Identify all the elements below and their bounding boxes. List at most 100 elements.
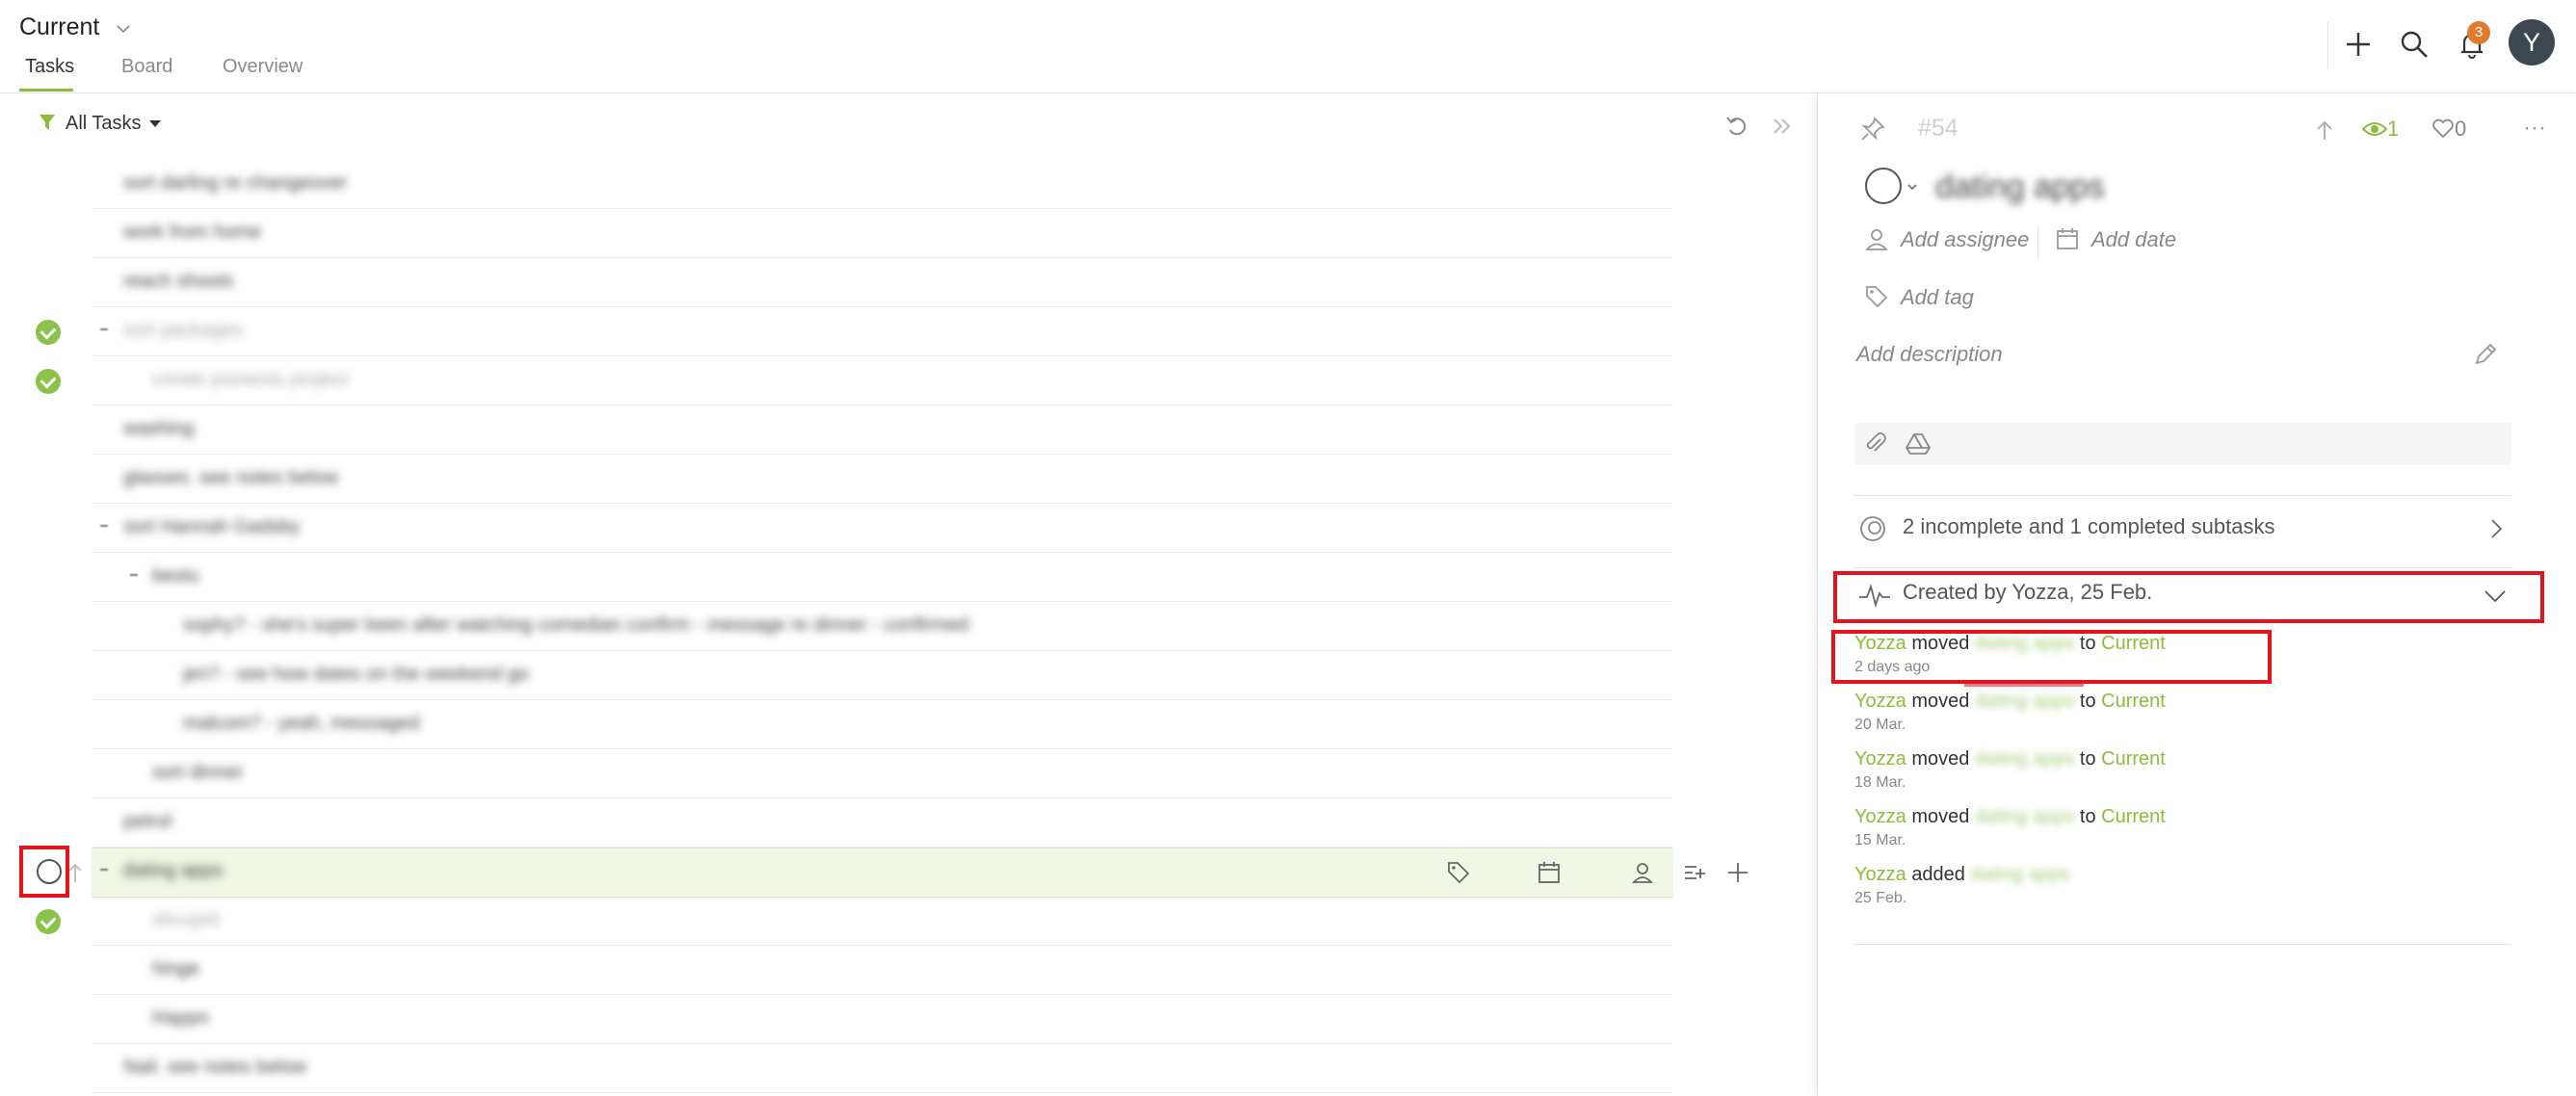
- completed-check-icon[interactable]: [36, 320, 61, 345]
- activity-verb: added: [1911, 864, 1965, 885]
- chevron-down-icon[interactable]: [2483, 587, 2508, 606]
- task-text: okcupid: [152, 909, 219, 930]
- filter-dropdown[interactable]: All Tasks: [39, 113, 161, 135]
- task-text: glasses. see notes below: [123, 467, 339, 488]
- tab-overview[interactable]: Overview: [223, 56, 302, 78]
- activity-task-link[interactable]: dating apps: [1975, 806, 2074, 827]
- activity-verb: moved: [1911, 806, 1970, 827]
- completed-check-icon[interactable]: [36, 369, 61, 394]
- task-row[interactable]: bestu: [0, 553, 1817, 602]
- search-button[interactable]: [2397, 27, 2431, 62]
- pin-icon[interactable]: [1858, 115, 1887, 144]
- undo-button[interactable]: [1723, 113, 1750, 140]
- activity-destination-link[interactable]: Current: [2101, 633, 2166, 654]
- tab-tasks[interactable]: Tasks: [25, 56, 74, 78]
- add-subtask-icon[interactable]: [1681, 859, 1708, 886]
- task-list-panel: All Tasks sort darling re changeover wor…: [0, 93, 1817, 1096]
- watchers[interactable]: 1: [2361, 117, 2399, 142]
- task-row[interactable]: jen? - see how dates on the weekend go: [0, 651, 1817, 700]
- activity-task-link[interactable]: dating apps: [1975, 691, 2074, 712]
- task-row[interactable]: Happn: [0, 995, 1817, 1044]
- activity-task-link[interactable]: dating apps: [1975, 633, 2074, 654]
- activity-user-link[interactable]: Yozza: [1854, 691, 1906, 712]
- task-text: Nail. see notes below: [123, 1057, 307, 1078]
- task-row[interactable]: reach shoots: [0, 258, 1817, 307]
- arrow-up-icon[interactable]: [2312, 118, 2337, 144]
- add-date-button[interactable]: Add date: [2055, 226, 2176, 252]
- attachments-bar: [1854, 423, 2511, 465]
- activity-user-link[interactable]: Yozza: [1854, 633, 1906, 654]
- highlight-underline: [1964, 684, 2084, 687]
- task-row[interactable]: sort Hannah Gadsby: [0, 504, 1817, 553]
- activity-time: 20 Mar.: [1854, 717, 1906, 733]
- plus-icon[interactable]: [1724, 859, 1751, 886]
- expand-toggle-icon[interactable]: [100, 525, 108, 527]
- section-divider: [1854, 495, 2511, 496]
- task-text: petrol: [123, 811, 172, 832]
- search-icon: [2401, 31, 2428, 58]
- activity-prep: to: [2079, 806, 2096, 827]
- status-circle-dropdown[interactable]: [1864, 167, 1924, 205]
- task-row[interactable]: petrol: [0, 798, 1817, 848]
- activity-item: Yozza added dating apps 25 Feb.: [1854, 864, 2070, 907]
- task-row[interactable]: glasses. see notes below: [0, 455, 1817, 504]
- paperclip-icon[interactable]: [1862, 431, 1889, 457]
- expand-toggle-icon[interactable]: [100, 869, 108, 871]
- toolbar-divider: [2327, 21, 2328, 69]
- task-row[interactable]: hinge: [0, 946, 1817, 995]
- activity-task-link[interactable]: dating apps: [1971, 864, 2070, 885]
- tag-icon[interactable]: [1445, 859, 1472, 886]
- task-row[interactable]: washing: [0, 405, 1817, 455]
- activity-destination-link[interactable]: Current: [2101, 748, 2166, 770]
- add-tag-button[interactable]: Add tag: [1864, 284, 1974, 310]
- add-button[interactable]: [2341, 27, 2376, 62]
- likes[interactable]: 0: [2431, 117, 2466, 142]
- task-text: sophy? - she's super keen after watching…: [183, 614, 969, 636]
- tab-board[interactable]: Board: [121, 56, 172, 78]
- activity-destination-link[interactable]: Current: [2101, 691, 2166, 712]
- undo-icon: [1726, 117, 1747, 136]
- task-row[interactable]: malcom? - yeah, messaged: [0, 700, 1817, 749]
- project-title[interactable]: Current: [19, 13, 131, 41]
- subtasks-summary[interactable]: 2 incomplete and 1 completed subtasks: [1903, 514, 2274, 539]
- task-row[interactable]: sort darling re changeover: [0, 160, 1817, 209]
- calendar-icon[interactable]: [1536, 859, 1563, 886]
- google-drive-icon[interactable]: [1905, 431, 1932, 457]
- edit-pencil-icon[interactable]: [2473, 342, 2498, 367]
- activity-item: Yozza moved dating apps to Current 2 day…: [1854, 633, 2166, 676]
- task-row[interactable]: okcupid: [0, 897, 1817, 946]
- task-row[interactable]: sort dinner: [0, 749, 1817, 798]
- activity-time: 2 days ago: [1854, 659, 1931, 675]
- add-assignee-button[interactable]: Add assignee: [1864, 226, 2029, 252]
- activity-destination-link[interactable]: Current: [2101, 806, 2166, 827]
- completed-check-icon[interactable]: [36, 909, 61, 934]
- activity-user-link[interactable]: Yozza: [1854, 748, 1906, 770]
- avatar[interactable]: Y: [2509, 19, 2555, 65]
- top-bar: Current Tasks Board Overview 3 Y: [0, 0, 2576, 93]
- activity-task-link[interactable]: dating apps: [1975, 748, 2074, 770]
- task-row[interactable]: create presents project: [0, 356, 1817, 405]
- created-by-text: Created by Yozza, 25 Feb.: [1903, 580, 2153, 604]
- task-row-selected[interactable]: dating apps: [0, 848, 1817, 898]
- expand-toggle-icon[interactable]: [130, 574, 138, 576]
- chevron-right-icon[interactable]: [2486, 517, 2506, 540]
- like-count: 0: [2455, 117, 2467, 141]
- task-row[interactable]: Nail. see notes below: [0, 1044, 1817, 1093]
- activity-user-link[interactable]: Yozza: [1854, 806, 1906, 827]
- filter-label: All Tasks: [66, 113, 142, 134]
- task-text: bestu: [152, 565, 199, 587]
- activity-user-link[interactable]: Yozza: [1854, 864, 1906, 885]
- task-row[interactable]: sort packages: [0, 307, 1817, 356]
- collapse-panel-button[interactable]: [1769, 113, 1796, 140]
- expand-toggle-icon[interactable]: [100, 328, 108, 330]
- plus-icon: [2347, 33, 2370, 56]
- description-field[interactable]: Add description: [1856, 342, 2003, 367]
- task-title[interactable]: dating apps: [1935, 169, 2105, 206]
- activity-prep: to: [2079, 691, 2096, 712]
- task-row[interactable]: sophy? - she's super keen after watching…: [0, 602, 1817, 651]
- task-row[interactable]: work from home: [0, 209, 1817, 258]
- more-options-icon[interactable]: ···: [2523, 115, 2546, 142]
- row-highlight: [92, 848, 1673, 898]
- user-icon[interactable]: [1629, 859, 1656, 886]
- activity-item: Yozza moved dating apps to Current 15 Ma…: [1854, 806, 2166, 849]
